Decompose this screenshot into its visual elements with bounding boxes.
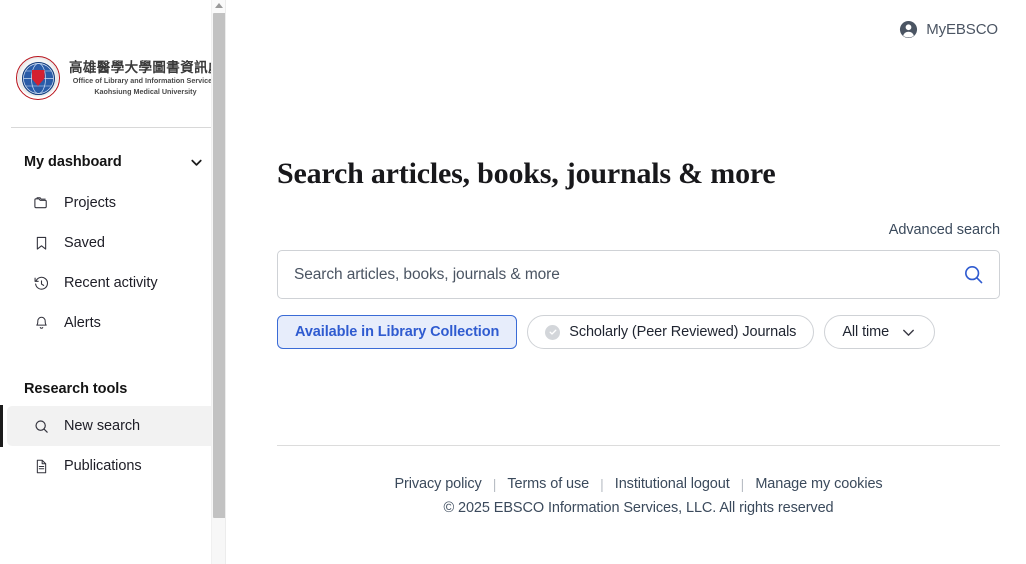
footer-link-list: Privacy policy | Terms of use | Institut… xyxy=(277,476,1000,492)
sidebar-item-label: Alerts xyxy=(64,315,101,331)
sidebar-item-alerts[interactable]: Alerts xyxy=(7,303,219,343)
scroll-up-arrow-icon[interactable] xyxy=(215,3,223,8)
clock-history-icon xyxy=(33,275,50,292)
dashboard-nav-list: Projects Saved Recent activity Alerts xyxy=(0,183,226,343)
chevron-down-icon xyxy=(900,324,917,341)
chip-label: Scholarly (Peer Reviewed) Journals xyxy=(569,324,797,340)
filter-chip-group: Available in Library Collection Scholarl… xyxy=(277,315,1000,349)
search-icon xyxy=(962,263,985,286)
filter-chip-all-time[interactable]: All time xyxy=(824,315,936,349)
sidebar-divider xyxy=(11,127,212,128)
sidebar: 高雄醫學大學圖書資訊處 Office of Library and Inform… xyxy=(0,0,226,564)
sidebar-item-recent-activity[interactable]: Recent activity xyxy=(7,263,219,303)
bookmark-icon xyxy=(33,235,50,252)
sidebar-item-label: Projects xyxy=(64,195,116,211)
logo-subtitle-line2: Kaohsiung Medical University xyxy=(94,86,197,96)
chip-label: All time xyxy=(842,324,890,340)
sidebar-item-projects[interactable]: Projects xyxy=(7,183,219,223)
institution-logo: 高雄醫學大學圖書資訊處 Office of Library and Inform… xyxy=(0,0,226,100)
university-seal-icon xyxy=(16,56,60,100)
chip-label: Available in Library Collection xyxy=(295,324,500,340)
copyright-text: © 2025 EBSCO Information Services, LLC. … xyxy=(443,500,834,516)
top-bar: MyEBSCO xyxy=(226,0,1026,58)
user-avatar-icon xyxy=(899,20,918,39)
footer-link-institutional-logout[interactable]: Institutional logout xyxy=(604,476,741,492)
sidebar-item-publications[interactable]: Publications xyxy=(7,446,219,486)
ebsco-search-page: 高雄醫學大學圖書資訊處 Office of Library and Inform… xyxy=(0,0,1026,564)
search-icon xyxy=(33,418,50,435)
search-input[interactable] xyxy=(278,251,999,298)
advanced-search-row: Advanced search xyxy=(277,222,1000,238)
sidebar-scrollbar[interactable] xyxy=(211,0,226,564)
logo-title-cn: 高雄醫學大學圖書資訊處 xyxy=(69,59,222,75)
filter-chip-available-in-library-collection[interactable]: Available in Library Collection xyxy=(277,315,518,349)
sidebar-item-label: New search xyxy=(64,418,141,434)
search-bar[interactable] xyxy=(277,250,1000,299)
logo-subtitle-line1: Office of Library and Information Servic… xyxy=(72,76,219,86)
myebsco-button[interactable]: MyEBSCO xyxy=(897,16,1000,43)
footer-link-terms-of-use[interactable]: Terms of use xyxy=(496,476,600,492)
sidebar-item-saved[interactable]: Saved xyxy=(7,223,219,263)
document-icon xyxy=(33,458,50,475)
sidebar-item-label: Publications xyxy=(64,458,142,474)
search-submit-button[interactable] xyxy=(957,259,989,291)
my-dashboard-label: My dashboard xyxy=(24,154,122,170)
footer-link-privacy-policy[interactable]: Privacy policy xyxy=(383,476,492,492)
search-panel: Search articles, books, journals & more … xyxy=(226,58,1026,516)
filter-chip-scholarly-peer-reviewed-journals[interactable]: Scholarly (Peer Reviewed) Journals xyxy=(527,315,815,349)
page-title: Search articles, books, journals & more xyxy=(277,157,776,190)
footer-link-manage-my-cookies[interactable]: Manage my cookies xyxy=(744,476,893,492)
footer: Privacy policy | Terms of use | Institut… xyxy=(277,446,1000,516)
research-tools-nav-list: New search Publications xyxy=(0,405,226,486)
sidebar-item-label: Saved xyxy=(64,235,105,251)
folder-icon xyxy=(33,195,50,212)
chevron-down-icon xyxy=(189,155,204,170)
sidebar-item-label: Recent activity xyxy=(64,275,158,291)
check-circle-icon xyxy=(545,324,561,340)
sidebar-item-new-search[interactable]: New search xyxy=(0,405,219,447)
bell-icon xyxy=(33,315,50,332)
advanced-search-link[interactable]: Advanced search xyxy=(889,222,1000,238)
sidebar-section-research-tools-label: Research tools xyxy=(24,381,128,397)
sidebar-section-my-dashboard[interactable]: My dashboard xyxy=(0,147,226,177)
main-content: MyEBSCO Search articles, books, journals… xyxy=(226,0,1026,564)
myebsco-label: MyEBSCO xyxy=(926,20,998,38)
